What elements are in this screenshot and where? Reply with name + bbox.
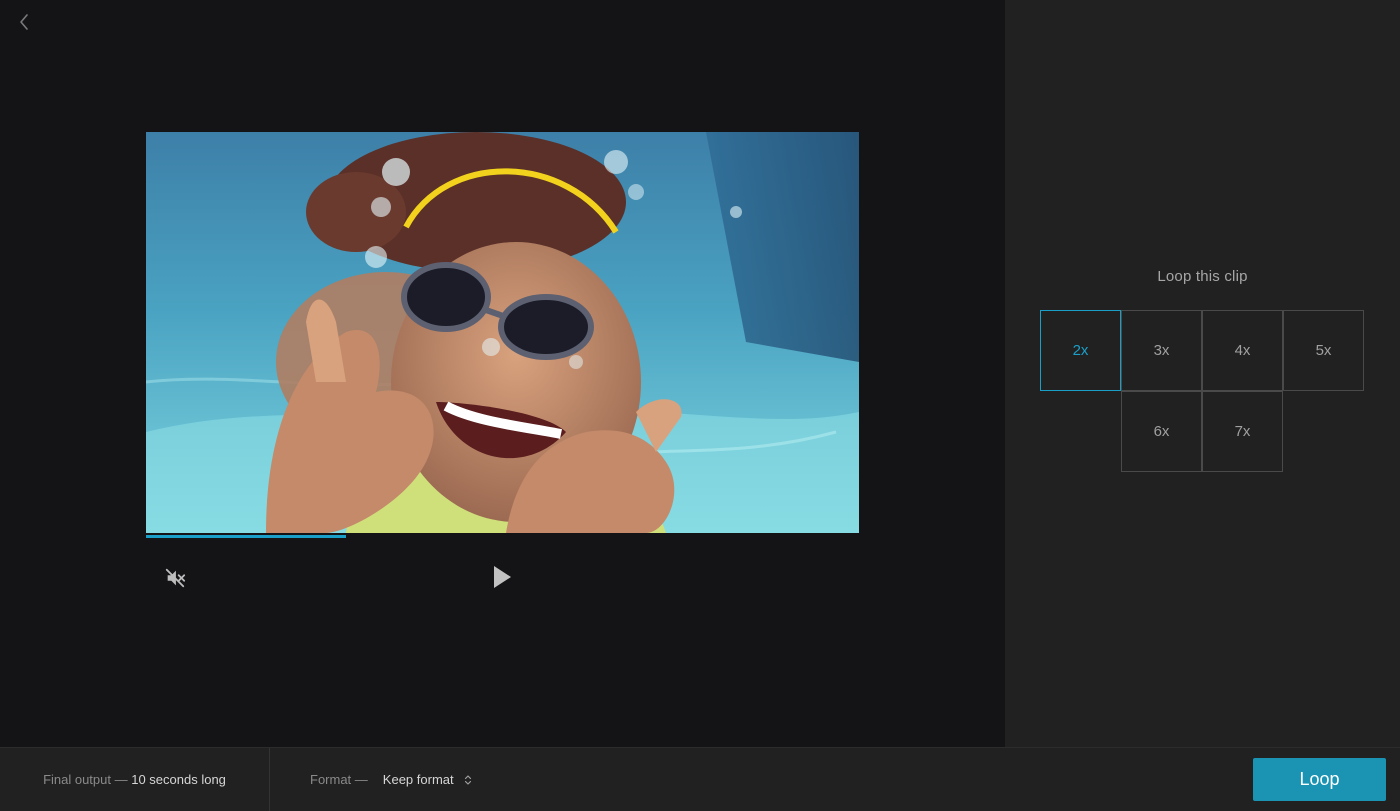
back-button[interactable]: [12, 10, 36, 34]
loop-option-3x[interactable]: 3x: [1121, 310, 1202, 391]
loop-option-4x[interactable]: 4x: [1202, 310, 1283, 391]
loop-option-7x[interactable]: 7x: [1202, 391, 1283, 472]
play-icon: [494, 566, 511, 588]
final-output-duration: 10 seconds long: [131, 772, 226, 787]
loop-count-grid: 2x 3x 4x 5x 6x 7x: [1040, 310, 1366, 473]
chevron-left-icon: [20, 14, 28, 30]
play-button[interactable]: [488, 563, 516, 591]
final-output-info: Final output — 10 seconds long: [0, 748, 270, 811]
loop-option-6x[interactable]: 6x: [1121, 391, 1202, 472]
volume-muted-icon: [165, 568, 186, 588]
loop-option-5x[interactable]: 5x: [1283, 310, 1364, 391]
format-label: Format —: [310, 772, 368, 787]
loop-editor: Loop this clip 2x 3x 4x 5x 6x 7x Final o…: [0, 0, 1400, 811]
preview-pane: [0, 0, 1005, 747]
format-control: Format — Keep format: [310, 748, 472, 811]
loop-button[interactable]: Loop: [1253, 758, 1386, 801]
playback-progress-fill: [146, 535, 346, 538]
loop-option-2x[interactable]: 2x: [1040, 310, 1121, 391]
format-select[interactable]: Keep format: [383, 772, 472, 787]
loop-panel-title: Loop this clip: [1157, 268, 1248, 285]
loop-options-panel: Loop this clip 2x 3x 4x 5x 6x 7x: [1005, 0, 1400, 747]
format-select-value: Keep format: [382, 772, 454, 787]
final-output-label: Final output —: [43, 772, 128, 787]
mute-button[interactable]: [162, 565, 188, 591]
chevron-updown-icon: [464, 774, 472, 786]
playback-progress[interactable]: [146, 535, 859, 538]
bottom-toolbar: Final output — 10 seconds long Format — …: [0, 747, 1400, 811]
video-thumbnail: [146, 132, 859, 533]
video-preview[interactable]: [146, 132, 859, 533]
